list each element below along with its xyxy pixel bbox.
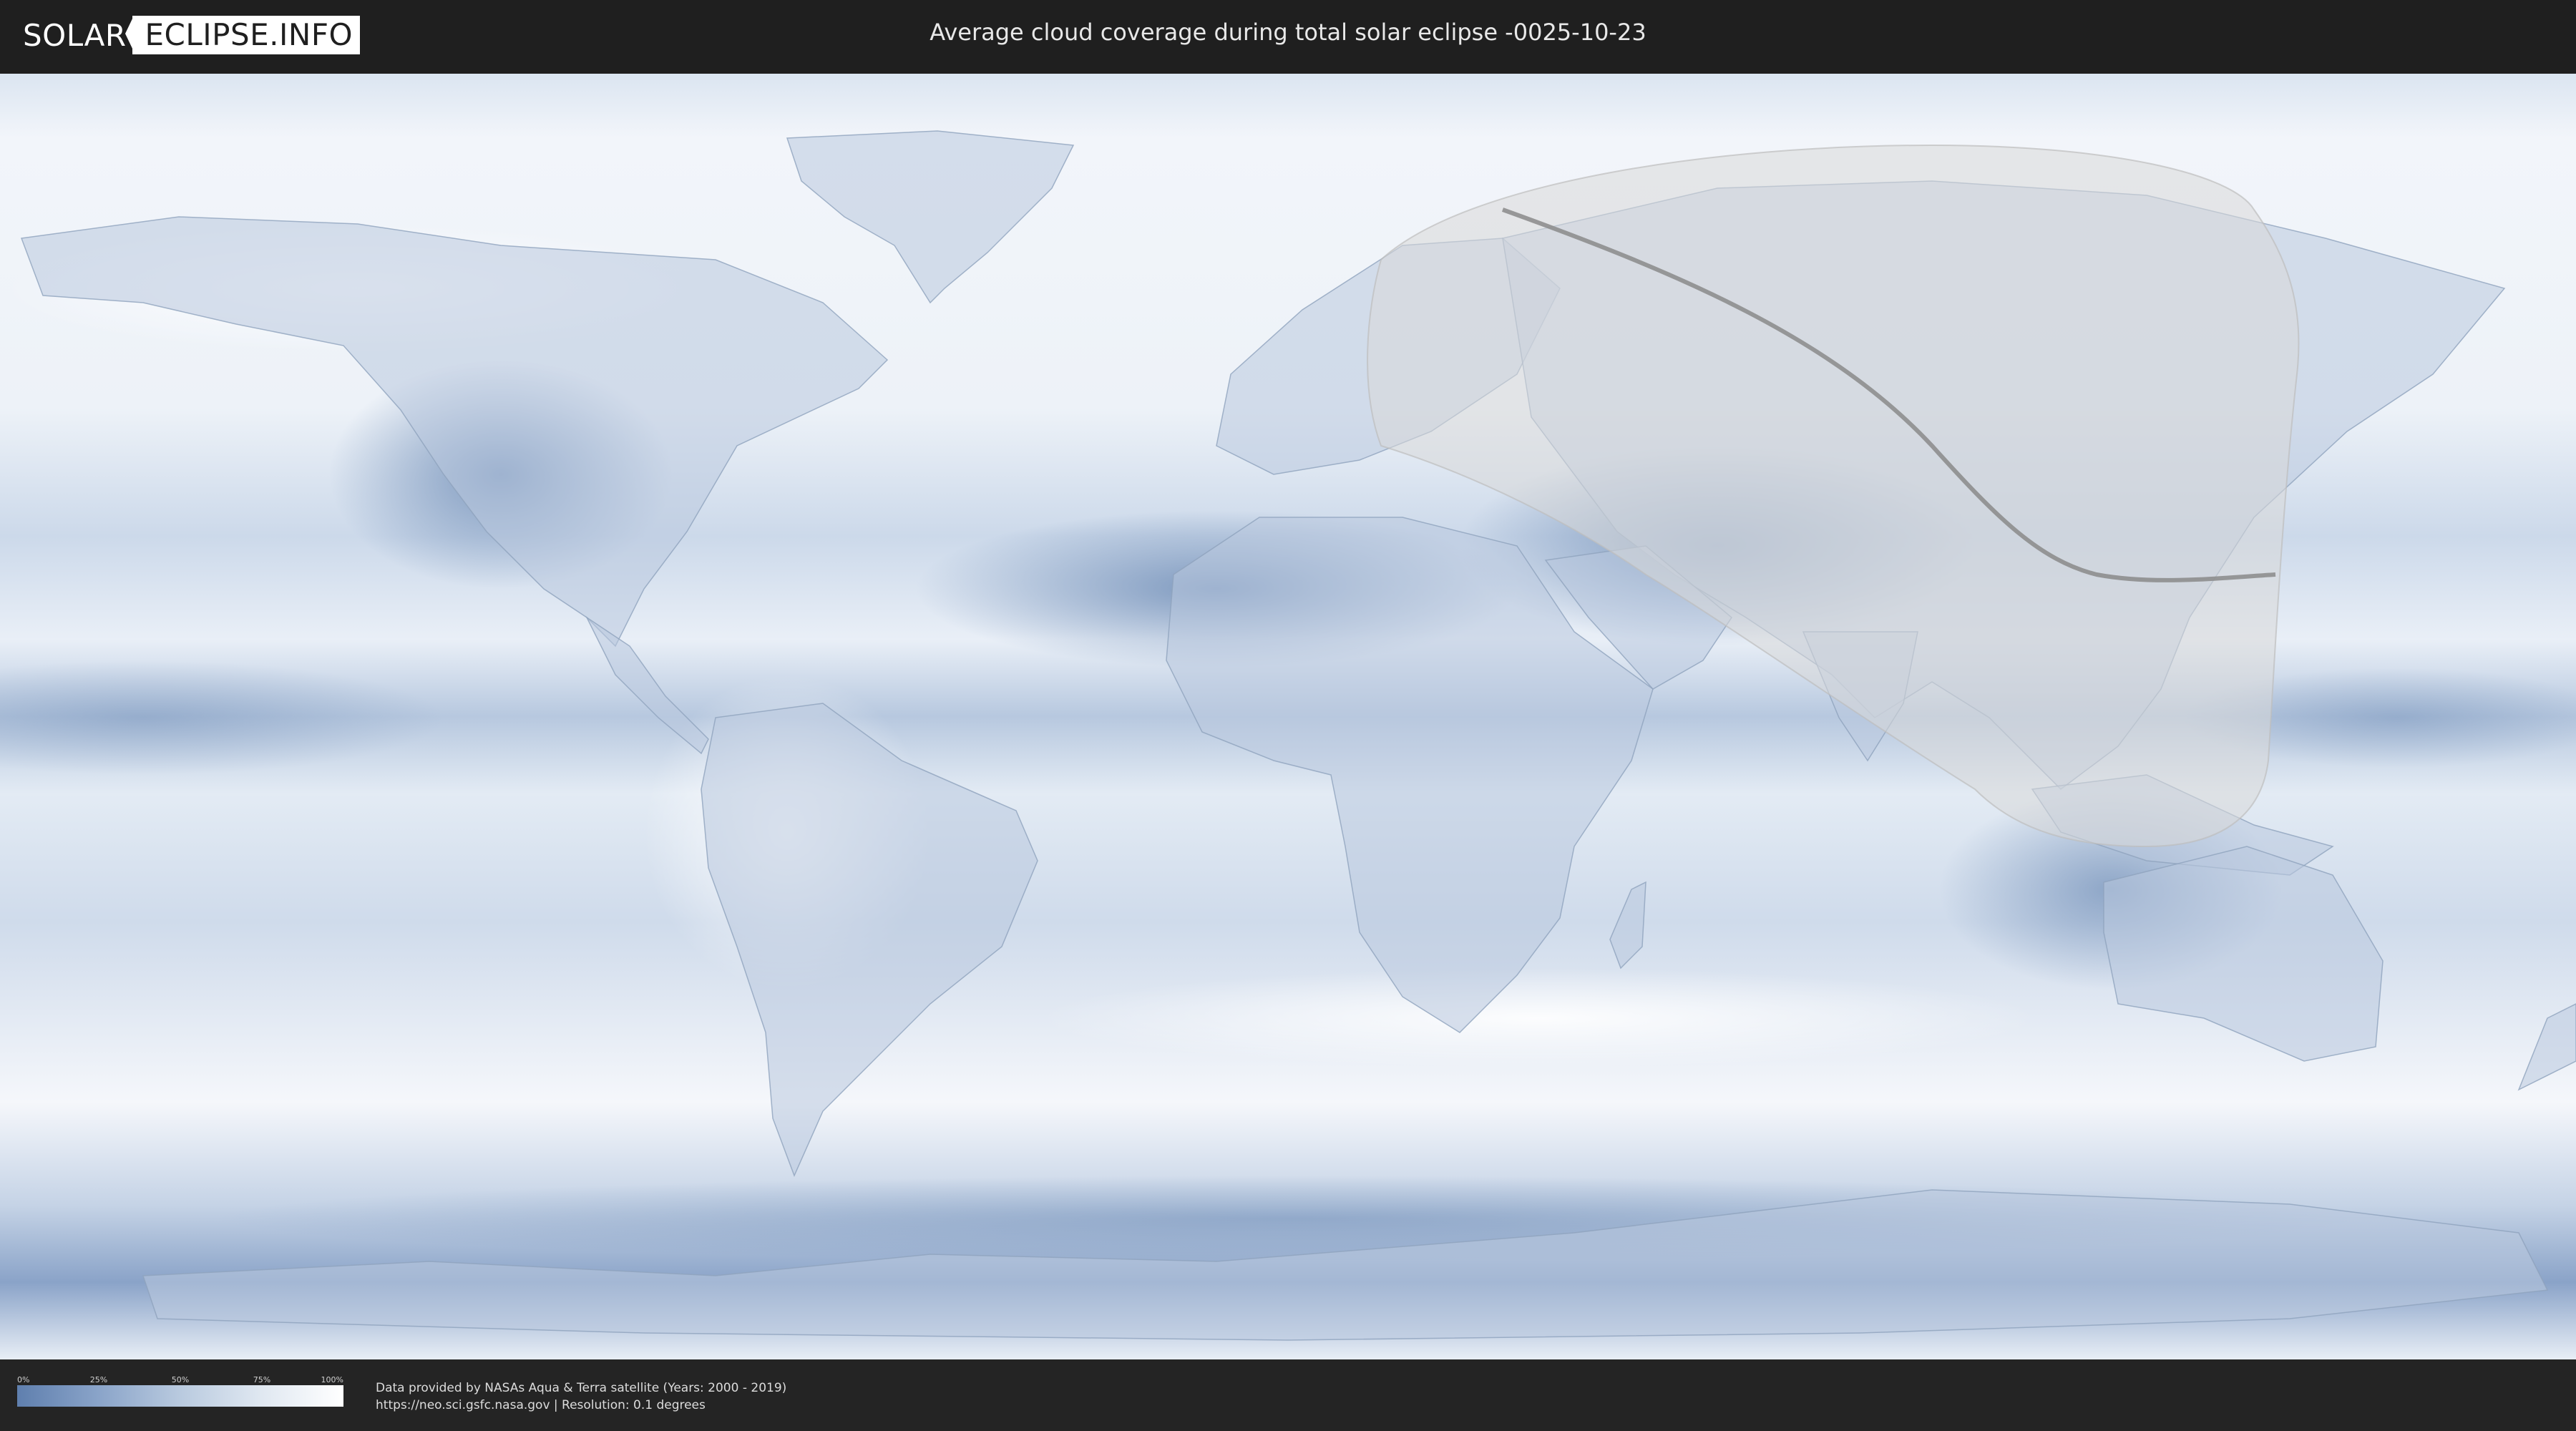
legend-tick-100: 100% bbox=[321, 1375, 343, 1384]
page: SOLAR ECLIPSE.INFO Average cloud coverag… bbox=[0, 0, 2576, 1431]
legend-tick-75: 75% bbox=[253, 1375, 271, 1384]
page-title: Average cloud coverage during total sola… bbox=[930, 19, 1646, 46]
cloud-coverage-legend: 0% 25% 50% 75% 100% bbox=[17, 1375, 343, 1407]
legend-tick-50: 50% bbox=[171, 1375, 190, 1384]
top-bar: SOLAR ECLIPSE.INFO Average cloud coverag… bbox=[0, 0, 2576, 74]
legend-tick-0: 0% bbox=[17, 1375, 30, 1384]
world-map[interactable] bbox=[0, 74, 2576, 1359]
credits-url-resolution: https://neo.sci.gsfc.nasa.gov | Resoluti… bbox=[376, 1398, 706, 1412]
data-credits: Data provided by NASAs Aqua & Terra sate… bbox=[376, 1379, 786, 1414]
cloud-coverage-map[interactable] bbox=[0, 74, 2576, 1359]
legend-color-bar bbox=[17, 1385, 343, 1407]
legend-tick-25: 25% bbox=[89, 1375, 108, 1384]
legend-ticks: 0% 25% 50% 75% 100% bbox=[17, 1375, 343, 1385]
credits-source: Data provided by NASAs Aqua & Terra sate… bbox=[376, 1381, 787, 1395]
bottom-bar: 0% 25% 50% 75% 100% Data provided by NAS… bbox=[0, 1359, 2576, 1431]
